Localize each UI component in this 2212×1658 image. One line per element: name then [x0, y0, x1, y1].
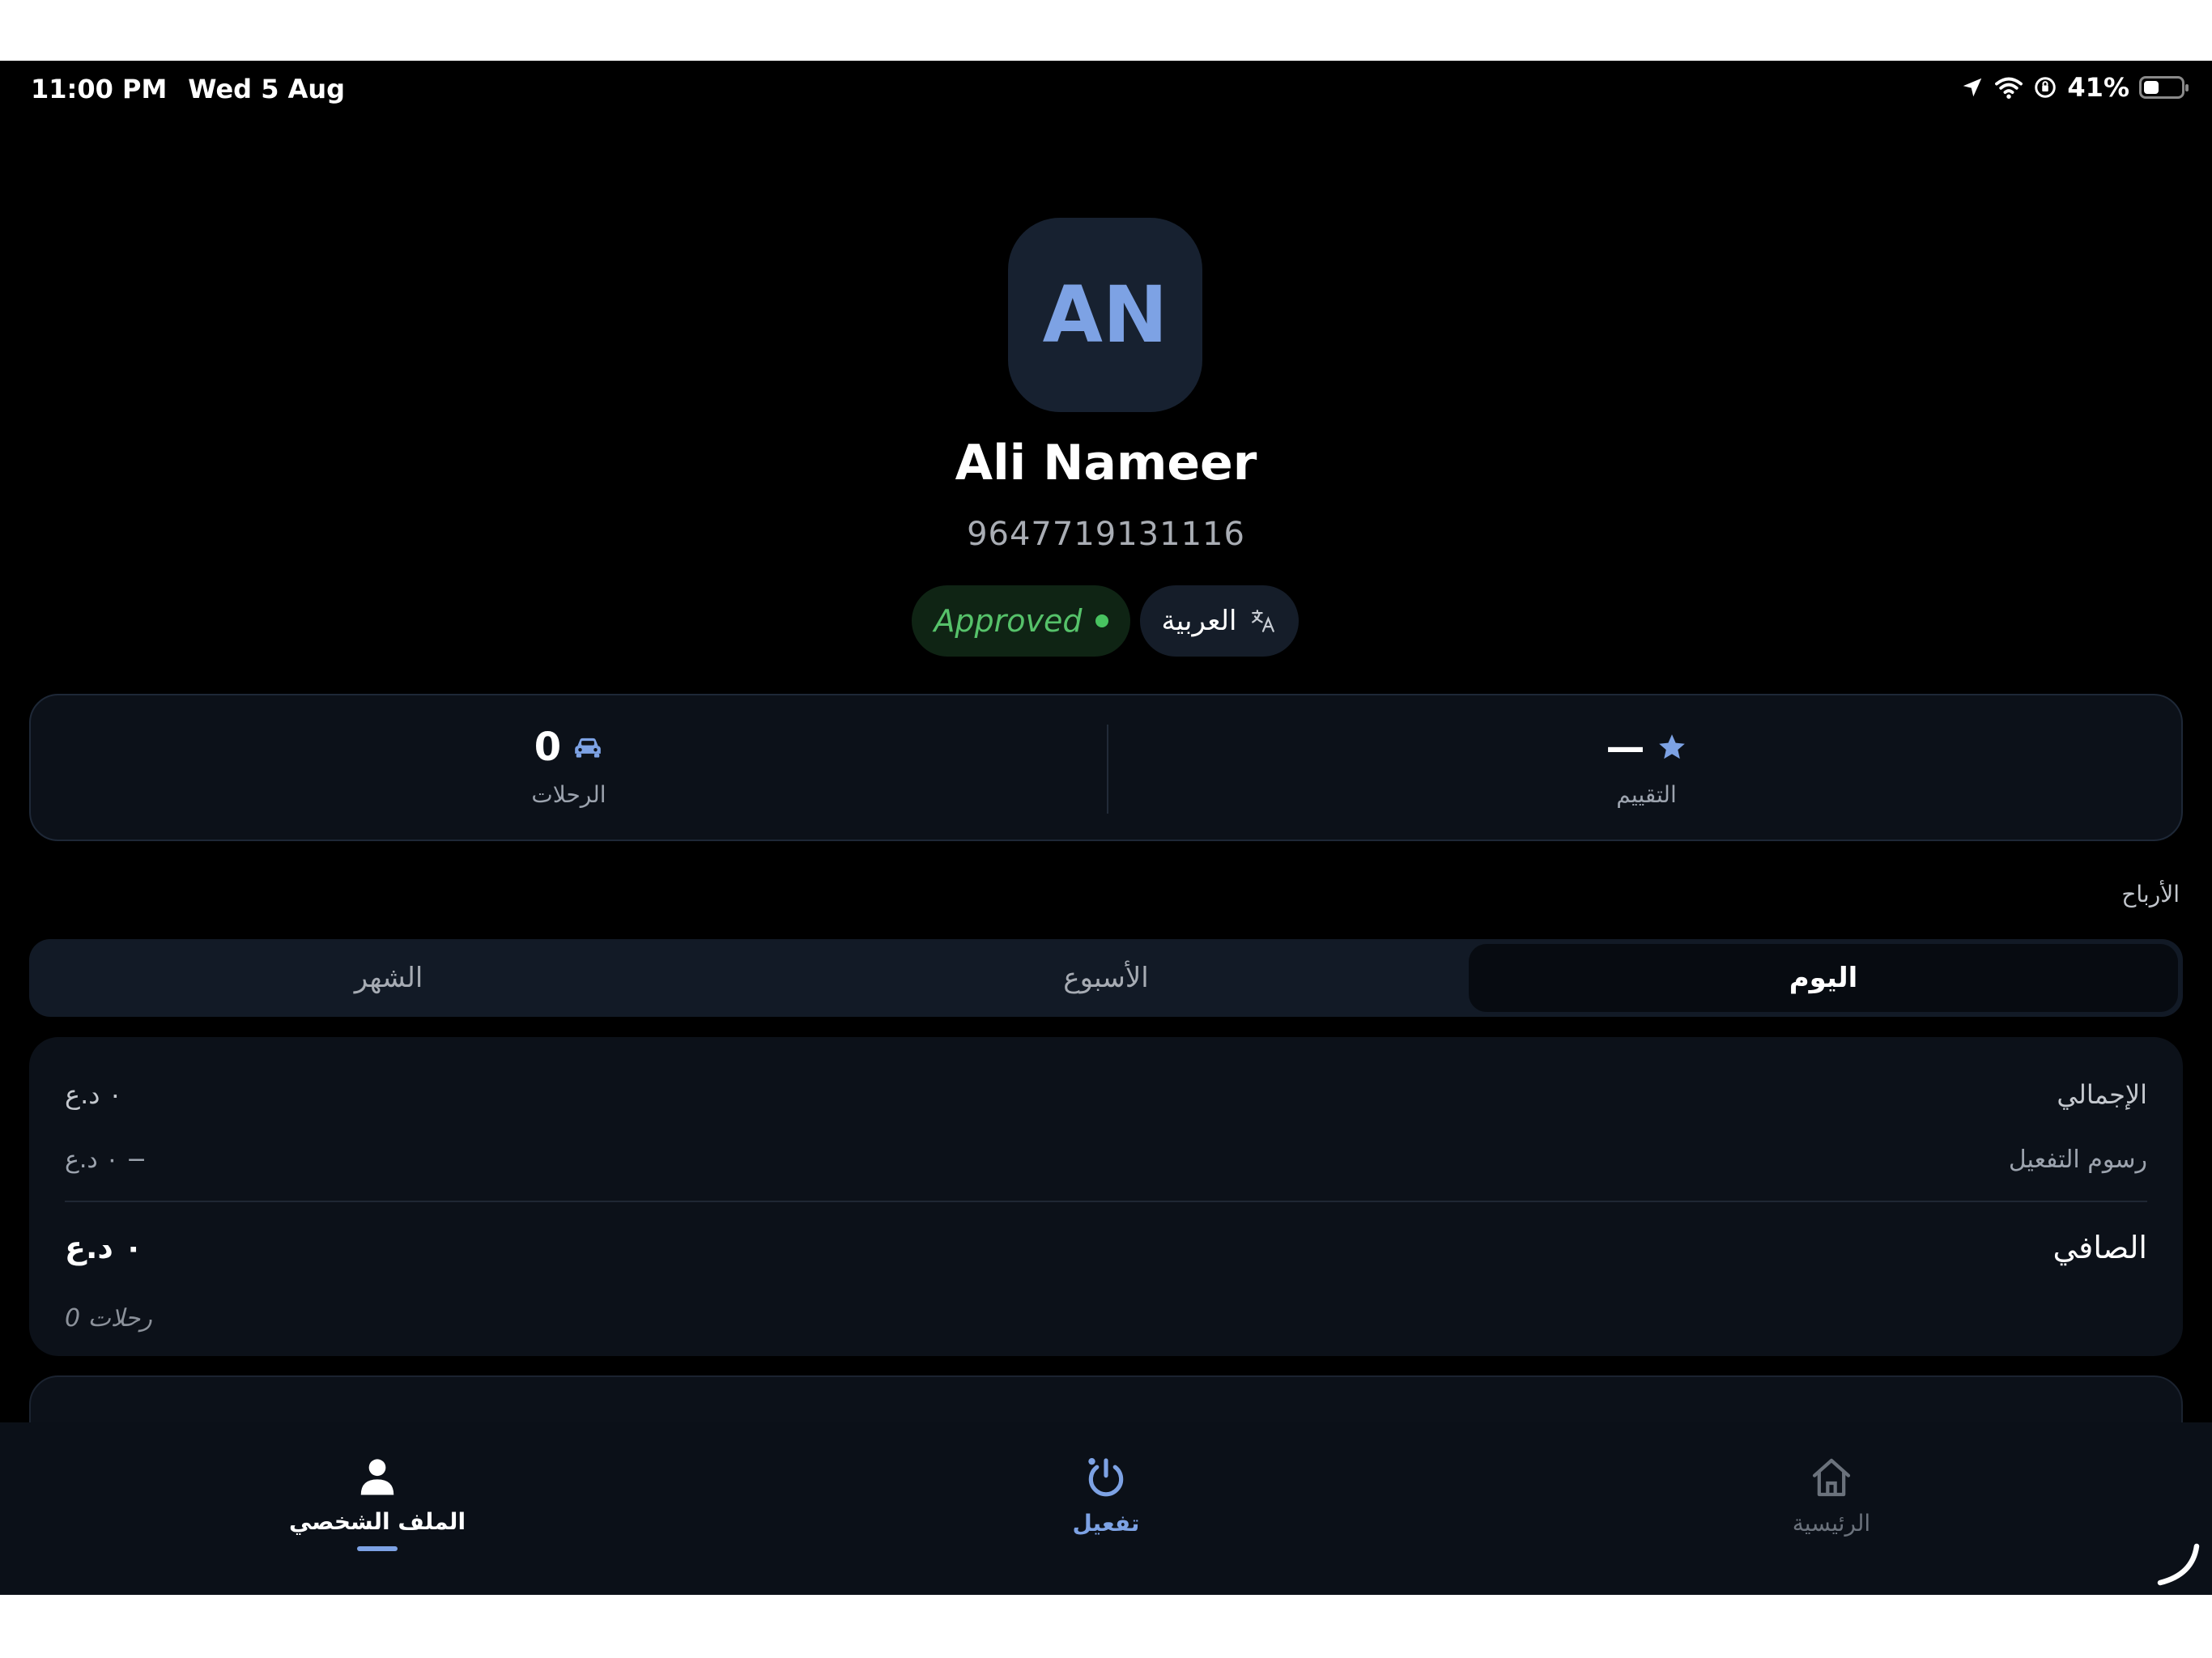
home-icon: [1812, 1458, 1851, 1497]
nav-label-home: الرئيسية: [1792, 1510, 1871, 1537]
status-right: 41%: [1960, 72, 2189, 103]
power-icon: [1088, 1457, 1124, 1497]
status-badge-label: Approved: [934, 603, 1083, 639]
tab-month[interactable]: الشهر: [34, 944, 743, 1012]
fees-row: ٠ د.ع − رسوم التفعيل: [65, 1146, 2147, 1174]
app-screen: 11:00 PM Wed 5 Aug 41% AN Ali Nameer 964…: [0, 61, 2212, 1595]
stats-card: 0 الرحلات — التقييم: [29, 694, 2183, 841]
earnings-period-tabs: الشهر الأسبوع اليوم: [29, 939, 2183, 1017]
status-date: Wed 5 Aug: [188, 74, 346, 104]
status-badge: Approved: [912, 585, 1130, 657]
trips-stat-value: 0: [31, 725, 1107, 770]
status-dot-icon: [1095, 614, 1108, 627]
orientation-lock-icon: [2035, 77, 2057, 98]
star-icon: [1658, 734, 1685, 759]
car-icon: [575, 738, 602, 758]
fees-label: رسوم التفعيل: [2008, 1146, 2147, 1174]
rating-stat: — التقييم: [1108, 725, 2184, 808]
translate-icon: [1252, 610, 1275, 632]
driver-name: Ali Nameer: [955, 435, 1257, 491]
status-time: 11:00 PM: [31, 74, 168, 104]
trips-count-row: 0 رحلات: [65, 1304, 2147, 1333]
earnings-divider: [65, 1201, 2147, 1202]
user-icon: [360, 1459, 394, 1495]
language-label: العربية: [1161, 605, 1237, 637]
trips-count: 0: [534, 725, 562, 770]
rating-value: —: [1606, 725, 1645, 770]
language-button[interactable]: العربية: [1140, 585, 1299, 657]
trips-stat-label: الرحلات: [531, 781, 606, 808]
driver-phone: 9647719131116: [967, 516, 1245, 553]
wifi-icon: [1995, 77, 2023, 99]
nav-item-profile[interactable]: الملف الشخصي: [248, 1455, 507, 1551]
total-label: الإجمالي: [2057, 1079, 2147, 1110]
trips-stat: 0 الرحلات: [31, 725, 1107, 808]
battery-icon: [2139, 76, 2189, 99]
scroll-corner-indicator: [2157, 1543, 2200, 1586]
earnings-summary-card: ٠ د.ع الإجمالي ٠ د.ع − رسوم التفعيل ٠ د.…: [29, 1037, 2183, 1356]
nav-item-home[interactable]: الرئيسية: [1702, 1455, 1961, 1537]
avatar: AN: [1008, 218, 1202, 412]
fees-value: ٠ د.ع −: [65, 1146, 147, 1174]
nav-active-indicator: [357, 1546, 398, 1551]
rating-stat-value: —: [1108, 725, 2184, 770]
nav-label-activate: تفعيل: [1072, 1510, 1140, 1537]
earnings-section-title: الأرباح: [2121, 881, 2180, 908]
bottom-nav: الملف الشخصي تفعيل الرئيسية: [0, 1422, 2212, 1595]
net-row: ٠ د.ع الصافي: [65, 1230, 2147, 1265]
trips-count-text: 0 رحلات: [65, 1304, 152, 1333]
status-bar: 11:00 PM Wed 5 Aug 41%: [0, 61, 2212, 121]
status-left: 11:00 PM Wed 5 Aug: [31, 74, 345, 104]
total-row: ٠ د.ع الإجمالي: [65, 1079, 2147, 1110]
battery-percent: 41%: [2067, 72, 2129, 103]
net-value: ٠ د.ع: [65, 1230, 143, 1265]
net-label: الصافي: [2052, 1230, 2147, 1265]
nav-item-activate[interactable]: تفعيل: [976, 1455, 1236, 1537]
nav-label-profile: الملف الشخصي: [288, 1508, 466, 1535]
battery-fill: [2144, 81, 2159, 94]
total-value: ٠ د.ع: [65, 1079, 122, 1110]
rating-stat-label: التقييم: [1616, 781, 1677, 808]
location-arrow-icon: [1963, 78, 1982, 97]
tab-today[interactable]: اليوم: [1469, 944, 2178, 1012]
tab-week[interactable]: الأسبوع: [751, 944, 1461, 1012]
